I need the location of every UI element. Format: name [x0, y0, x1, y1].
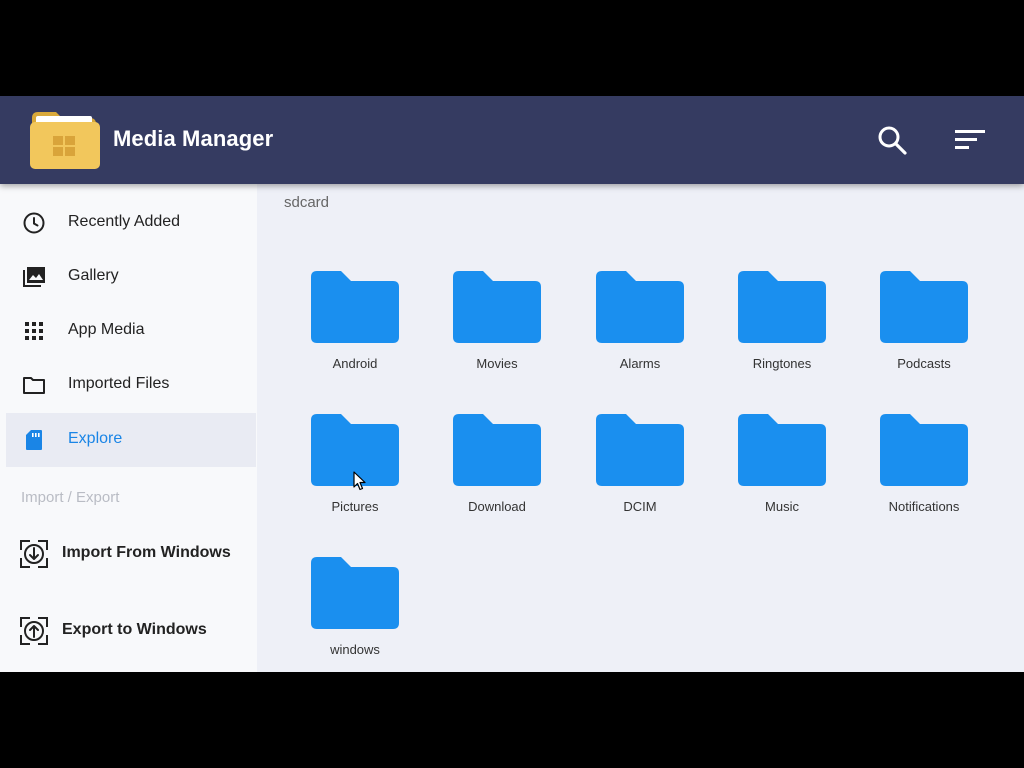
breadcrumb[interactable]: sdcard — [284, 194, 329, 211]
folder-label: Music — [765, 499, 799, 514]
sidebar-item-label: Recently Added — [68, 213, 181, 230]
app-bar: Media Manager — [0, 96, 1024, 184]
sidebar-item-recently-added[interactable]: Recently Added — [6, 196, 256, 250]
folder-icon — [311, 557, 399, 629]
folder-icon — [880, 414, 968, 486]
io-item-label: Export to Windows — [62, 621, 207, 638]
export-to-windows-button[interactable]: Export to Windows — [6, 605, 256, 655]
folder-icon — [738, 271, 826, 343]
sort-button[interactable] — [949, 120, 989, 160]
folder-outline-icon — [23, 377, 45, 394]
sidebar-item-label: Explore — [68, 430, 123, 447]
sidebar-item-label: App Media — [68, 321, 145, 338]
sidebar: Recently Added Gallery App Media Importe… — [0, 184, 257, 672]
sidebar-item-label: Imported Files — [68, 375, 170, 392]
folder-notifications[interactable]: Notifications — [859, 414, 989, 534]
mouse-pointer-icon — [353, 471, 366, 491]
folder-icon — [880, 271, 968, 343]
folder-icon — [453, 271, 541, 343]
import-from-windows-button[interactable]: Import From Windows — [6, 528, 256, 578]
sidebar-item-explore[interactable]: Explore — [6, 413, 256, 467]
folder-download[interactable]: Download — [432, 414, 562, 534]
folder-label: Ringtones — [752, 356, 812, 371]
folder-label: DCIM — [623, 499, 657, 514]
sidebar-item-label: Gallery — [68, 267, 119, 284]
export-icon — [20, 617, 48, 645]
section-header-import-export: Import / Export — [21, 489, 120, 506]
folder-icon — [453, 414, 541, 486]
media-manager-window: Media Manager Recently Added Gallery App… — [0, 96, 1024, 672]
folder-label: Android — [332, 356, 378, 371]
folder-label: Podcasts — [897, 356, 951, 371]
folder-label: Alarms — [619, 356, 661, 371]
app-title: Media Manager — [113, 126, 274, 151]
folder-dcim[interactable]: DCIM — [575, 414, 705, 534]
io-item-label: Import From Windows — [62, 544, 231, 561]
folder-label: Download — [468, 499, 526, 514]
sdcard-icon — [26, 430, 42, 450]
sidebar-item-gallery[interactable]: Gallery — [6, 250, 256, 304]
folder-icon — [311, 271, 399, 343]
sidebar-item-app-media[interactable]: App Media — [6, 304, 256, 358]
grid-icon — [25, 322, 43, 340]
import-icon — [20, 540, 48, 568]
clock-icon — [23, 212, 45, 234]
folder-label: Movies — [476, 356, 518, 371]
folder-label: windows — [330, 642, 380, 657]
file-browser: sdcard Android Movies Alarms Ringtones P… — [257, 184, 1024, 672]
folder-icon — [596, 414, 684, 486]
sidebar-item-imported-files[interactable]: Imported Files — [6, 358, 256, 412]
gallery-icon — [23, 267, 45, 287]
folder-alarms[interactable]: Alarms — [575, 271, 705, 391]
folder-android[interactable]: Android — [290, 271, 420, 391]
folder-icon — [596, 271, 684, 343]
folder-icon — [738, 414, 826, 486]
folder-podcasts[interactable]: Podcasts — [859, 271, 989, 391]
app-logo-icon — [28, 110, 100, 170]
folder-label: Notifications — [888, 499, 960, 514]
folder-windows[interactable]: windows — [290, 557, 420, 672]
sort-icon — [955, 130, 985, 149]
folder-ringtones[interactable]: Ringtones — [717, 271, 847, 391]
search-button[interactable] — [872, 120, 912, 160]
folder-music[interactable]: Music — [717, 414, 847, 534]
folder-label: Pictures — [331, 499, 379, 514]
folder-movies[interactable]: Movies — [432, 271, 562, 391]
search-icon — [878, 126, 907, 155]
